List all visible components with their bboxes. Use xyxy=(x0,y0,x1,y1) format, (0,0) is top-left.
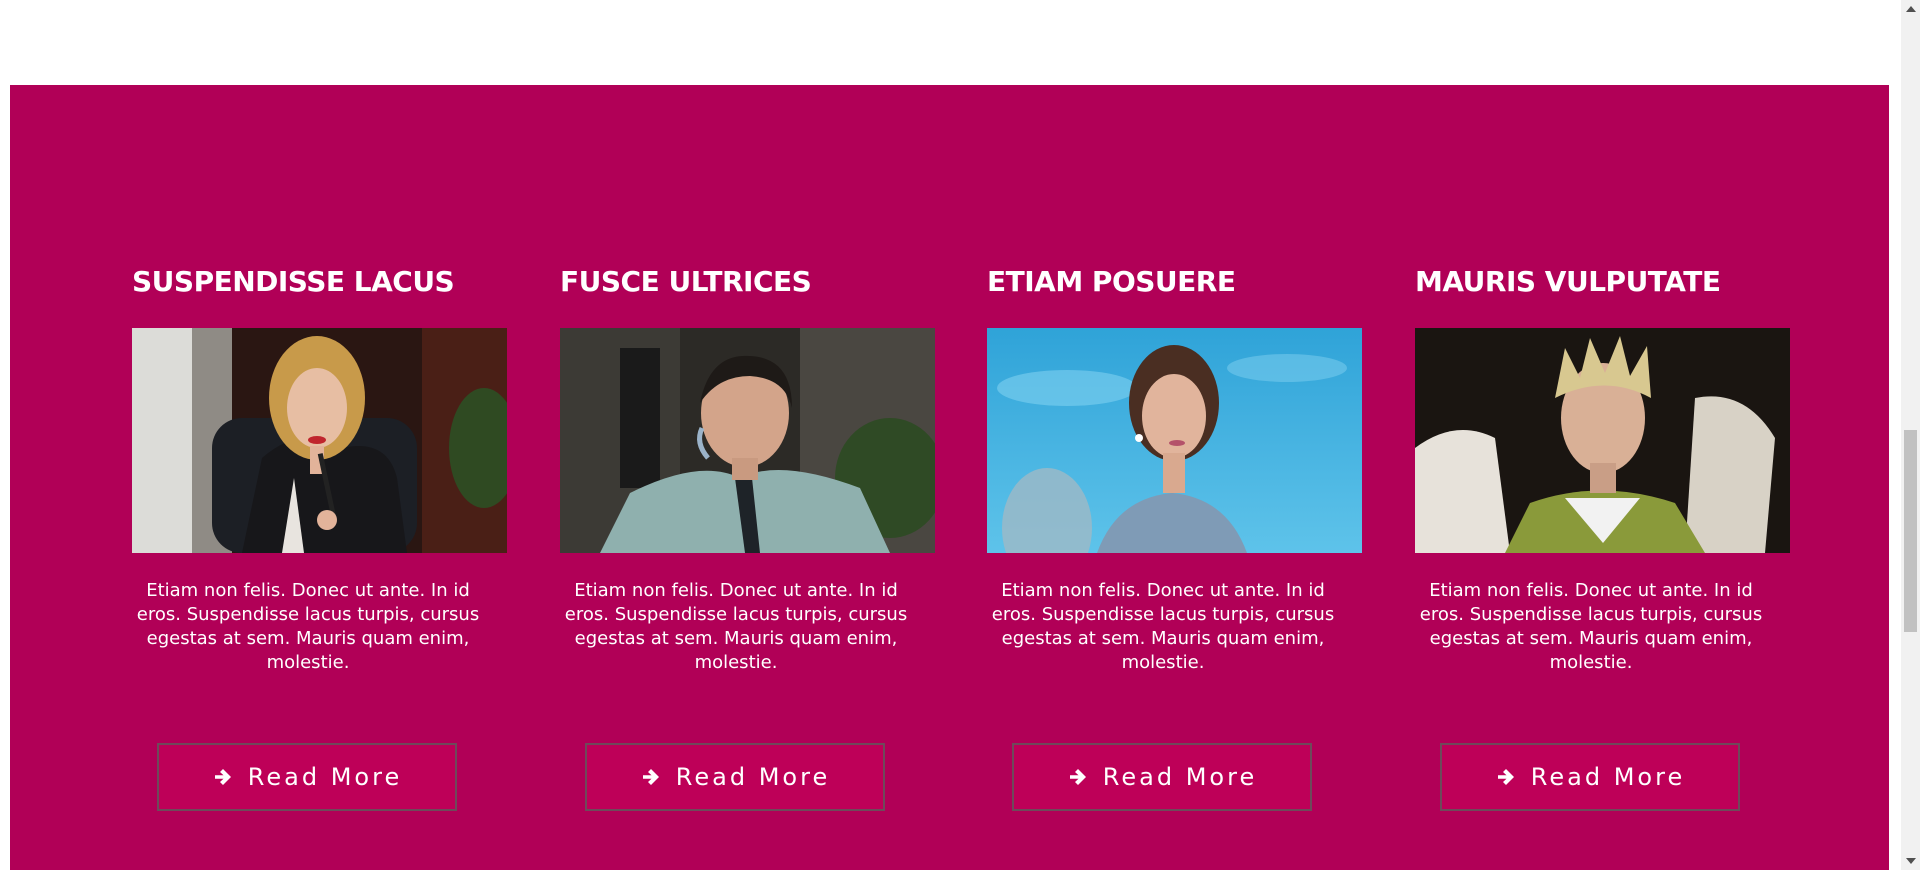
card-title: FUSCE ULTRICES xyxy=(560,265,812,298)
read-more-button[interactable]: Read More xyxy=(585,743,885,811)
card-title: SUSPENDISSE LACUS xyxy=(132,265,455,298)
vertical-scrollbar[interactable] xyxy=(1901,0,1920,870)
scroll-up-icon[interactable] xyxy=(1906,6,1916,12)
card-title: ETIAM POSUERE xyxy=(987,265,1236,298)
card-title: MAURIS VULPUTATE xyxy=(1415,265,1721,298)
card-description: Etiam non felis. Donec ut ante. In id er… xyxy=(564,580,908,673)
photo-businesswoman xyxy=(132,328,507,553)
read-more-button[interactable]: Read More xyxy=(1440,743,1740,811)
arrow-right-icon xyxy=(1497,769,1514,785)
arrow-right-icon xyxy=(1069,769,1086,785)
arrow-right-icon xyxy=(642,769,659,785)
read-more-button[interactable]: Read More xyxy=(1012,743,1312,811)
photo-woman-sky xyxy=(987,328,1362,553)
read-more-label: Read More xyxy=(1530,763,1686,791)
page: SUSPENDISSE LACUS Etiam non felis. Donec… xyxy=(0,0,1920,870)
card-photo xyxy=(560,328,935,553)
read-more-label: Read More xyxy=(675,763,831,791)
scrollbar-thumb[interactable] xyxy=(1904,430,1917,632)
arrow-right-icon xyxy=(214,769,231,785)
photo-man-headset xyxy=(560,328,935,553)
read-more-label: Read More xyxy=(247,763,403,791)
card-description: Etiam non felis. Donec ut ante. In id er… xyxy=(991,580,1335,673)
card-description: Etiam non felis. Donec ut ante. In id er… xyxy=(1419,580,1763,673)
card-photo xyxy=(132,328,507,553)
card-description: Etiam non felis. Donec ut ante. In id er… xyxy=(136,580,480,673)
card-photo xyxy=(987,328,1362,553)
read-more-button[interactable]: Read More xyxy=(157,743,457,811)
scroll-down-icon[interactable] xyxy=(1906,858,1916,864)
photo-young-man xyxy=(1415,328,1790,553)
card-photo xyxy=(1415,328,1790,553)
read-more-label: Read More xyxy=(1102,763,1258,791)
team-section: SUSPENDISSE LACUS Etiam non felis. Donec… xyxy=(10,85,1889,870)
